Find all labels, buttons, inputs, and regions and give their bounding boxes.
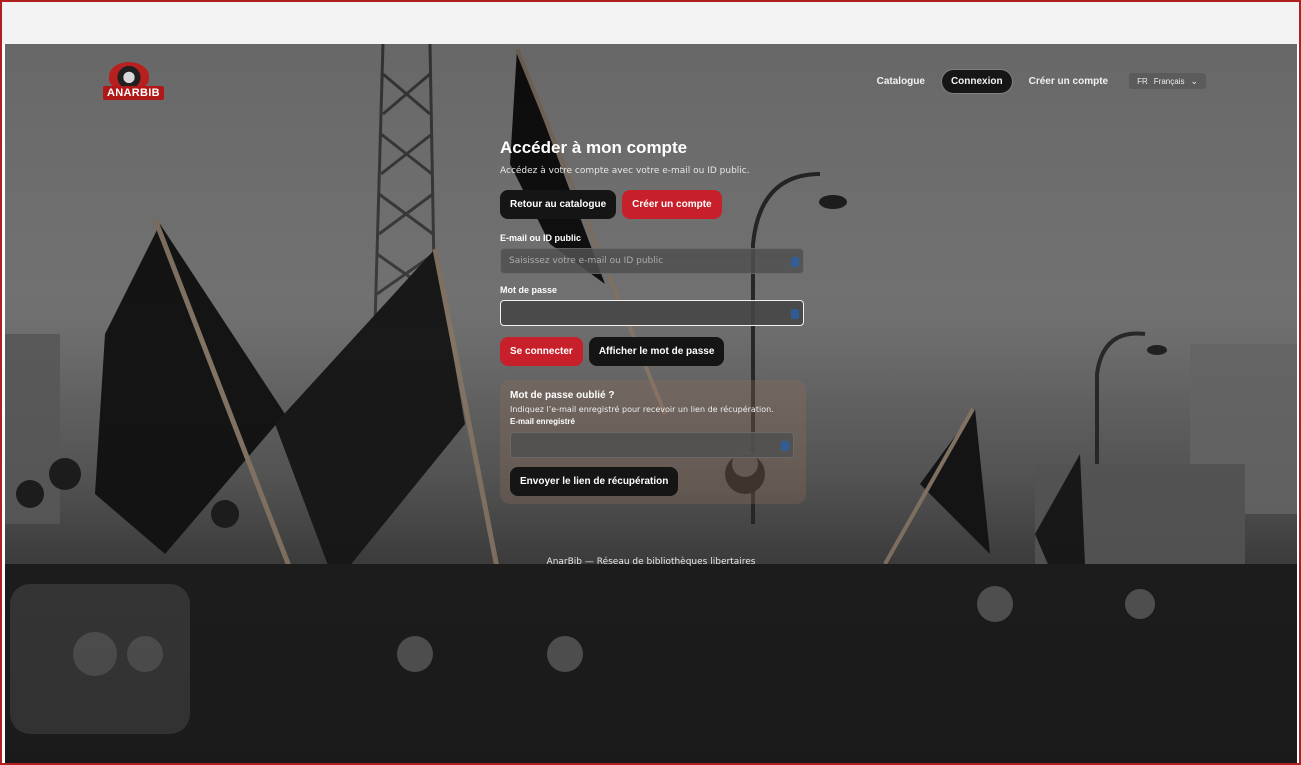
show-password-button[interactable]: Afficher le mot de passe (588, 337, 725, 366)
logo-wordmark: ANARBIB (103, 86, 164, 100)
anarbib-logo[interactable]: ANARBIB (101, 62, 164, 102)
language-select[interactable]: FR Français ⌄ (1129, 73, 1206, 89)
email-field[interactable]: Saisissez votre e-mail ou ID public (500, 248, 804, 274)
password-label: Mot de passe (500, 285, 558, 295)
browser-top-bar (2, 2, 1299, 44)
top-navigation: Catalogue Connexion Créer un compte FR F… (868, 68, 1206, 94)
create-account-button[interactable]: Créer un compte (622, 190, 722, 219)
top-actions: Retour au catalogue Créer un compte (500, 190, 820, 219)
page-subtitle: Accédez à votre compte avec votre e-mail… (500, 166, 750, 176)
language-flag: FR (1137, 76, 1148, 86)
nav-create-account-link[interactable]: Créer un compte (1020, 70, 1117, 93)
page-title: Accéder à mon compte (500, 138, 688, 157)
send-recovery-link-button[interactable]: Envoyer le lien de récupération (510, 467, 679, 496)
autofill-key-icon[interactable] (791, 309, 799, 319)
nav-connexion-link[interactable]: Connexion (941, 69, 1012, 93)
recovery-email-label: E-mail enregistré (510, 417, 575, 426)
footer-text: AnarBib — Réseau de bibliothèques libert… (546, 557, 756, 567)
autofill-key-icon[interactable] (781, 441, 789, 451)
forgot-password-description: Indiquez l’e-mail enregistré pour recevo… (510, 405, 774, 414)
forgot-password-title: Mot de passe oublié ? (510, 390, 615, 401)
back-to-catalogue-button[interactable]: Retour au catalogue (500, 190, 617, 219)
language-label: Français (1153, 76, 1185, 86)
login-panel: Accéder à mon compte Accédez à votre com… (500, 138, 820, 504)
password-field[interactable] (500, 300, 804, 326)
recovery-email-field[interactable] (510, 432, 794, 458)
email-placeholder: Saisissez votre e-mail ou ID public (509, 256, 664, 266)
email-label: E-mail ou ID public (500, 233, 582, 243)
hero-background: ANARBIB Catalogue Connexion Créer un com… (5, 44, 1297, 763)
login-actions: Se connecter Afficher le mot de passe (500, 337, 820, 366)
nav-catalogue-link[interactable]: Catalogue (868, 70, 934, 93)
autofill-key-icon[interactable] (791, 257, 799, 267)
login-submit-button[interactable]: Se connecter (500, 337, 583, 366)
forgot-password-card: Mot de passe oublié ? Indiquez l’e-mail … (500, 380, 806, 504)
chevron-down-icon: ⌄ (1190, 75, 1198, 86)
